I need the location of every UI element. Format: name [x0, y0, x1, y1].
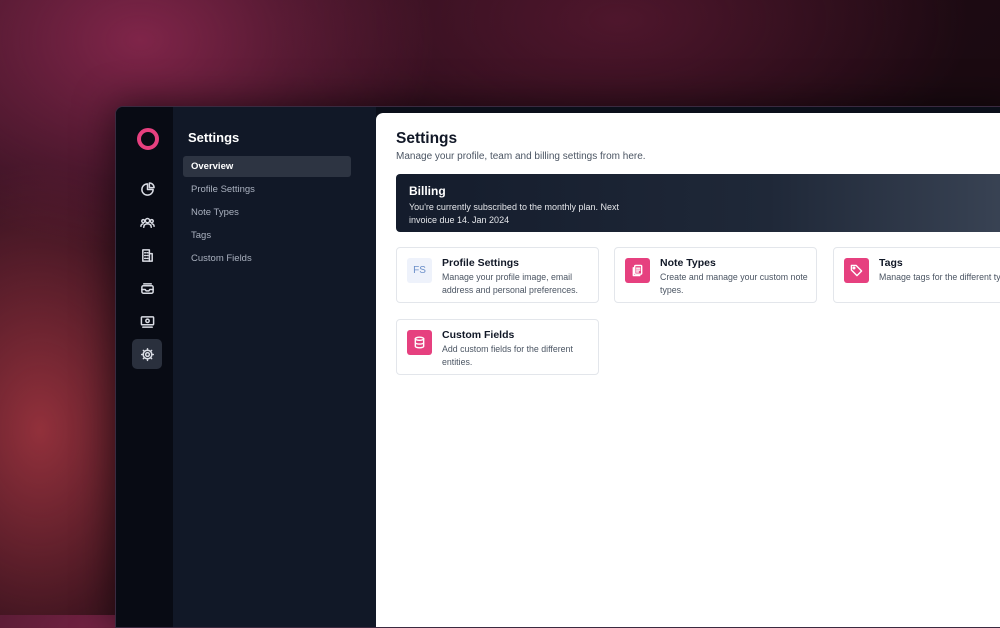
users-icon[interactable]	[132, 207, 162, 237]
database-icon	[407, 330, 432, 355]
subnav-item-custom-fields[interactable]: Custom Fields	[183, 248, 351, 269]
card-note-types[interactable]: Note Types Create and manage your custom…	[614, 247, 817, 303]
inbox-icon[interactable]	[132, 273, 162, 303]
profile-initials-avatar: FS	[407, 258, 432, 283]
notes-icon	[625, 258, 650, 283]
page-title: Settings	[396, 130, 458, 147]
card-description: Create and manage your custom note types…	[660, 272, 808, 295]
page-subtitle: Manage your profile, team and billing se…	[396, 151, 646, 162]
settings-icon[interactable]	[132, 339, 162, 369]
main-panel: Settings Manage your profile, team and b…	[376, 113, 1000, 627]
pie-chart-icon[interactable]	[132, 174, 162, 204]
card-title: Tags	[879, 257, 903, 269]
subnav-title: Settings	[188, 130, 240, 145]
tag-icon	[844, 258, 869, 283]
banknote-icon[interactable]	[132, 306, 162, 336]
subnav-item-overview[interactable]: Overview	[183, 156, 351, 177]
settings-subnav: Settings Overview Profile Settings Note …	[173, 107, 376, 627]
billing-text: You're currently subscribed to the month…	[409, 202, 619, 225]
card-description: Manage tags for the different types.	[879, 272, 1000, 282]
card-title: Custom Fields	[442, 329, 515, 341]
building-icon[interactable]	[132, 240, 162, 270]
card-profile-settings[interactable]: FS Profile Settings Manage your profile …	[396, 247, 599, 303]
card-custom-fields[interactable]: Custom Fields Add custom fields for the …	[396, 319, 599, 375]
app-window: Settings Overview Profile Settings Note …	[115, 106, 1000, 628]
subnav-item-note-types[interactable]: Note Types	[183, 202, 351, 223]
card-title: Profile Settings	[442, 257, 520, 269]
card-title: Note Types	[660, 257, 716, 269]
card-description: Add custom fields for the different enti…	[442, 344, 573, 367]
icon-rail	[116, 107, 173, 627]
card-description: Manage your profile image, email address…	[442, 272, 578, 295]
subnav-item-tags[interactable]: Tags	[183, 225, 351, 246]
billing-title: Billing	[409, 184, 446, 198]
card-tags[interactable]: Tags Manage tags for the different types…	[833, 247, 1000, 303]
billing-banner[interactable]: Billing You're currently subscribed to t…	[396, 174, 1000, 232]
subnav-item-profile-settings[interactable]: Profile Settings	[183, 179, 351, 200]
app-logo[interactable]	[137, 128, 159, 150]
